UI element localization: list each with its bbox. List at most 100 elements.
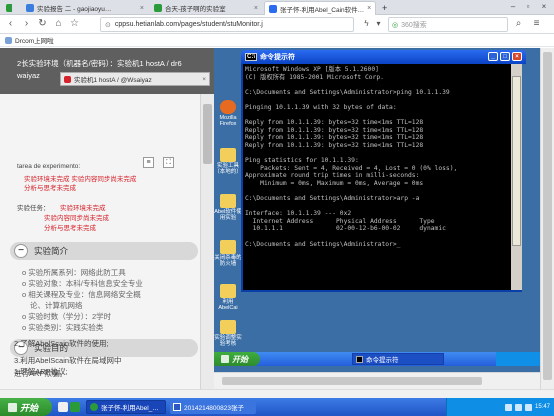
cmd-icon: C:\	[245, 53, 257, 61]
page-icon	[154, 4, 162, 12]
clock[interactable]: 15:47	[535, 404, 550, 410]
bookmark-star-icon[interactable]: ☆	[68, 17, 81, 31]
quicklaunch-browser-icon[interactable]	[70, 402, 80, 412]
desktop-icon-abelcain[interactable]: 利用AbelCai	[214, 284, 242, 312]
intro-item: o 实验类别：实践实验类	[22, 323, 104, 332]
bookmark-drcom[interactable]: Drcom上网啦	[15, 35, 54, 45]
xp-taskbar-cmd[interactable]: 命令提示符	[352, 353, 444, 365]
page-icon	[269, 4, 277, 13]
cmd-line: Reply from 10.1.1.39: bytes=32 time<1ms …	[245, 119, 424, 127]
firefox-icon	[220, 100, 236, 114]
cmd-line: 10.1.1.1 02-00-12-b6-00-02 dynamic	[245, 225, 446, 233]
cmd-line: C:\Documents and Settings\Administrator>…	[245, 195, 420, 203]
minimize-button[interactable]: –	[506, 1, 520, 13]
cmd-line: C:\Documents and Settings\Administrator>…	[245, 240, 401, 248]
back-button[interactable]: ‹	[4, 17, 17, 31]
cmd-line	[245, 233, 511, 241]
lock-icon: ⊙	[105, 21, 111, 29]
cmd-line: Ping statistics for 10.1.1.39:	[245, 157, 359, 165]
taskbar-item-doc[interactable]: 2014214800823张子	[170, 400, 256, 414]
cmd-line: Reply from 10.1.1.39: bytes=32 time<1ms …	[245, 134, 424, 142]
quicklaunch-ie-icon[interactable]	[58, 402, 68, 412]
desktop-icon-abel[interactable]: Abel软件使用实验	[214, 194, 242, 222]
navigation-bar: ‹ › ↻ ⌂ ☆ ⊙ cppsu.hetianlab.com/pages/st…	[0, 15, 554, 34]
network-icon[interactable]	[504, 403, 512, 411]
monitor-icon	[64, 75, 71, 83]
cmd-output[interactable]: Microsoft Windows XP [版本 5.1.2600] (C) 版权…	[245, 66, 511, 248]
cmd-line: Approximate round trip times in milli-se…	[245, 172, 420, 180]
cmd-line: Interface: 10.1.1.39 --- 0x2	[245, 210, 352, 218]
cmd-window[interactable]: C:\ 命令提示符 _ □ × Microsoft Windows XP [版本…	[241, 50, 526, 292]
scroll-thumb[interactable]	[222, 377, 482, 385]
search-icon[interactable]: ⌕	[512, 17, 525, 31]
scroll-thumb[interactable]	[203, 104, 212, 164]
cmd-minimize-button[interactable]: _	[488, 52, 498, 61]
home-icon[interactable]: ⌂	[52, 17, 65, 31]
intro-item: 论、计算机网络	[30, 301, 83, 310]
desktop-icon-exam[interactable]: 实验调整实验考核	[214, 320, 242, 348]
maximize-button[interactable]: ▫	[521, 1, 535, 13]
close-icon[interactable]: ×	[202, 76, 206, 83]
collapse-icon[interactable]: −	[14, 244, 28, 258]
system-tray: 15:47	[446, 398, 554, 416]
desktop-icon-firefox[interactable]: Mozilla Firefox	[214, 100, 242, 128]
task-label: 实验任务：	[17, 205, 50, 212]
page-scrollbar[interactable]	[540, 48, 554, 389]
folder-icon	[220, 148, 236, 162]
cmd-close-button[interactable]: ×	[512, 52, 522, 61]
volume-icon[interactable]	[514, 403, 522, 411]
reload-button[interactable]: ↻	[36, 17, 49, 31]
cmd-icon	[356, 355, 363, 363]
cmd-line: (C) 版权所有 1985-2001 Microsoft Corp.	[245, 73, 384, 81]
goal-item: 进行ARP欺骗。	[14, 369, 67, 378]
forward-button[interactable]: ›	[20, 17, 33, 31]
folder-icon	[220, 194, 236, 208]
cmd-line: Pinging 10.1.1.39 with 32 bytes of data:	[245, 103, 397, 111]
address-bar[interactable]: ⊙ cppsu.hetianlab.com/pages/student/stuM…	[100, 17, 354, 32]
cmd-scrollbar[interactable]	[511, 64, 522, 290]
close-icon[interactable]: ×	[254, 5, 258, 12]
menu-icon[interactable]: ≡	[530, 17, 543, 31]
cmd-line: Reply from 10.1.1.39: bytes=32 time<1ms …	[245, 126, 424, 134]
tab-abel-cain[interactable]: 张子怀-利用Abel_Cain软件… ×	[264, 1, 376, 15]
horizontal-scrollbar[interactable]	[214, 372, 540, 389]
xp-start-button[interactable]: 开始	[214, 352, 260, 366]
browser-icon	[90, 403, 98, 411]
intro-section-header[interactable]: − 实验简介	[10, 242, 198, 260]
dropdown-icon[interactable]: ▾	[372, 17, 385, 31]
tab-hetian-lab[interactable]: 合天-孩子啊的实验室 ×	[150, 1, 262, 15]
cmd-line: Packets: Sent = 4, Received = 4, Lost = …	[245, 164, 458, 172]
area-status-analysis[interactable]: 分析与思考未完成	[24, 182, 76, 192]
windows-logo-icon	[8, 402, 17, 412]
security-icon[interactable]	[524, 403, 532, 411]
close-icon[interactable]: ×	[367, 5, 371, 12]
close-icon[interactable]: ×	[140, 5, 144, 12]
taskbar-item-browser[interactable]: 张子怀-利用Abel_…	[86, 400, 166, 414]
cmd-maximize-button[interactable]: □	[500, 52, 510, 61]
intro-item: o 实验时数（学分）：2学时	[22, 312, 112, 321]
folder-icon	[220, 240, 236, 254]
task-status-env[interactable]: 实验环境未完成	[60, 202, 106, 212]
scroll-thumb[interactable]	[543, 52, 552, 380]
remote-desktop[interactable]: Mozilla Firefox 实验工具（本地的） Abel软件使用实验 关闭杀…	[214, 48, 540, 372]
cmd-titlebar[interactable]: C:\ 命令提示符 _ □ ×	[241, 50, 526, 64]
fullscreen-icon[interactable]: ⛶	[163, 157, 174, 168]
task-status-analysis[interactable]: 分析与思考未完成	[44, 222, 96, 232]
list-icon[interactable]: ≡	[143, 157, 154, 168]
new-tab-button[interactable]: +	[378, 1, 390, 15]
cmd-line: Reply from 10.1.1.39: bytes=32 time<1ms …	[245, 141, 424, 149]
task-status-content[interactable]: 实验内容同步尚未完成	[44, 212, 109, 222]
scroll-thumb[interactable]	[512, 76, 521, 246]
tab-lab-report[interactable]: 实验报告 二 - gaojiaoyu… ×	[22, 1, 148, 15]
window-close-button[interactable]: ×	[537, 1, 551, 13]
vm-tab-hostA[interactable]: 实验机1 hostA / @Wsaiyaz ×	[60, 72, 210, 86]
folder-icon	[5, 36, 12, 44]
guide-scrollbar[interactable]	[200, 94, 214, 389]
search-input[interactable]: ◎ 360搜索	[388, 17, 508, 32]
environment-header: 2长实验环境（机器名/密码）：实验机1 hostA / dr6 waiyaz 实…	[0, 48, 214, 94]
intro-title: 实验简介	[34, 246, 69, 256]
desktop-icon-tools[interactable]: 实验工具（本地的）	[214, 148, 242, 176]
app-menu-icon[interactable]	[2, 1, 12, 15]
desktop-icon-firewall[interactable]: 关闭杀毒的防火墙	[214, 240, 242, 268]
host-start-button[interactable]: 开始	[0, 398, 52, 416]
